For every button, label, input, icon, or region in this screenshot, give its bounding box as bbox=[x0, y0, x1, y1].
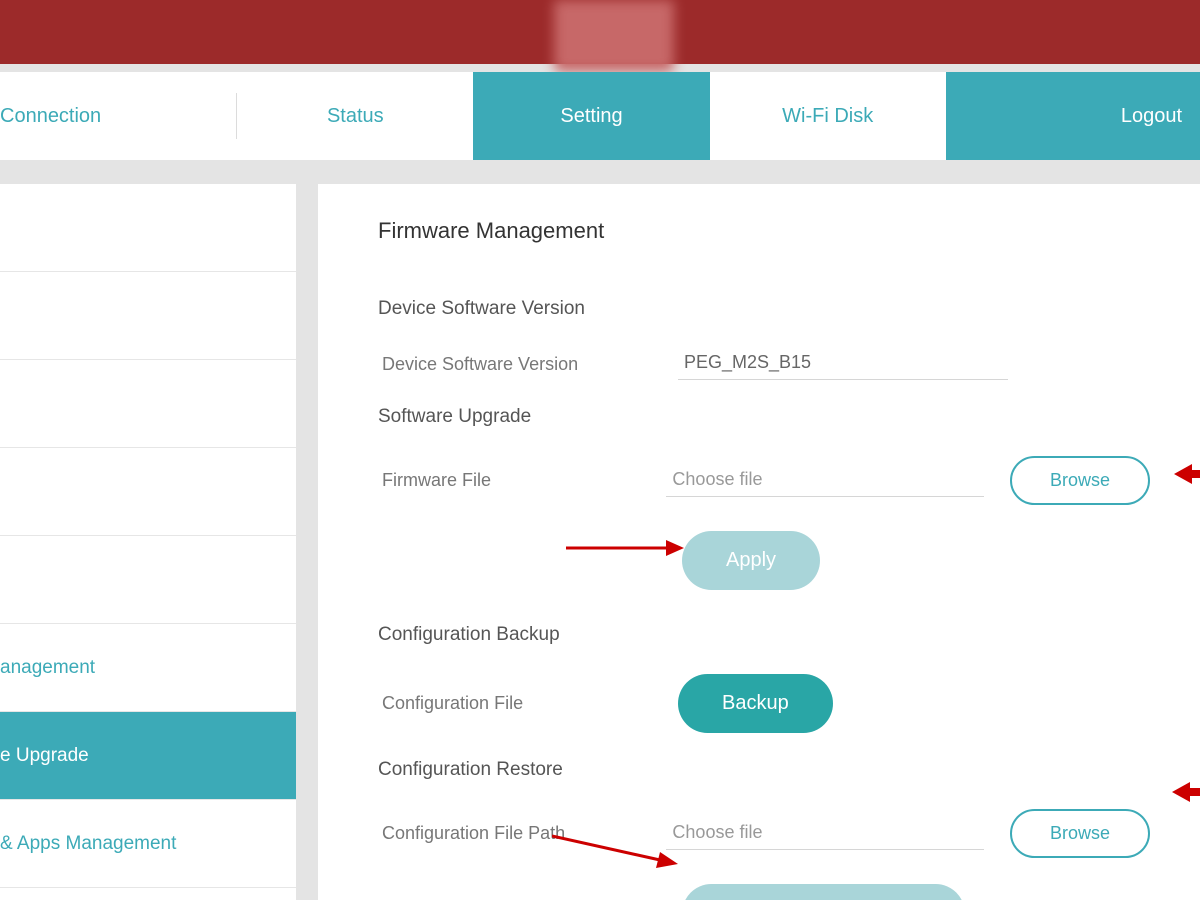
section-upgrade-title: Software Upgrade bbox=[378, 406, 1150, 428]
nav-label: Wi-Fi Disk bbox=[782, 105, 873, 128]
section-restore-title: Configuration Restore bbox=[378, 759, 1150, 781]
version-value: PEG_M2S_B15 bbox=[678, 348, 1008, 380]
sidebar-item[interactable] bbox=[0, 448, 296, 536]
logo-placeholder bbox=[554, 0, 674, 72]
browse-firmware-button[interactable]: Browse bbox=[1010, 456, 1150, 505]
sidebar-item[interactable] bbox=[0, 360, 296, 448]
firmware-file-label: Firmware File bbox=[378, 470, 666, 491]
restore-button[interactable]: Restore Configuration bbox=[682, 884, 965, 900]
sidebar-item[interactable] bbox=[0, 272, 296, 360]
nav-label: Status bbox=[327, 105, 384, 128]
nav-wifi-disk[interactable]: Wi-Fi Disk bbox=[710, 72, 946, 160]
sidebar-item[interactable] bbox=[0, 536, 296, 624]
sidebar-item-apps[interactable]: & Apps Management bbox=[0, 800, 296, 888]
firmware-file-input[interactable]: Choose file bbox=[666, 465, 984, 497]
section-backup-title: Configuration Backup bbox=[378, 624, 1150, 646]
restore-path-label: Configuration File Path bbox=[378, 823, 666, 844]
nav-setting[interactable]: Setting bbox=[473, 72, 709, 160]
nav-logout[interactable]: Logout bbox=[946, 72, 1200, 160]
sidebar-item-management[interactable]: anagement bbox=[0, 624, 296, 712]
backup-button[interactable]: Backup bbox=[678, 674, 833, 733]
sidebar: anagement e Upgrade & Apps Management bbox=[0, 184, 296, 900]
nav-label: Connection bbox=[0, 105, 101, 128]
nav-connection[interactable]: Connection bbox=[0, 72, 236, 160]
main-panel: Firmware Management Device Software Vers… bbox=[318, 184, 1200, 900]
apply-upgrade-button[interactable]: Apply bbox=[682, 531, 820, 590]
section-version-title: Device Software Version bbox=[378, 298, 1150, 320]
nav-label: Logout bbox=[1121, 105, 1182, 128]
page-title: Firmware Management bbox=[378, 218, 1150, 244]
nav-status[interactable]: Status bbox=[237, 72, 473, 160]
restore-file-input[interactable]: Choose file bbox=[666, 818, 984, 850]
version-label: Device Software Version bbox=[378, 354, 678, 375]
nav-label: Setting bbox=[560, 105, 622, 128]
backup-file-label: Configuration File bbox=[378, 693, 678, 714]
nav-bar: Connection Status Setting Wi-Fi Disk Log… bbox=[0, 72, 1200, 160]
sidebar-item-upgrade[interactable]: e Upgrade bbox=[0, 712, 296, 800]
sidebar-item[interactable] bbox=[0, 184, 296, 272]
top-banner bbox=[0, 0, 1200, 64]
browse-restore-button[interactable]: Browse bbox=[1010, 809, 1150, 858]
